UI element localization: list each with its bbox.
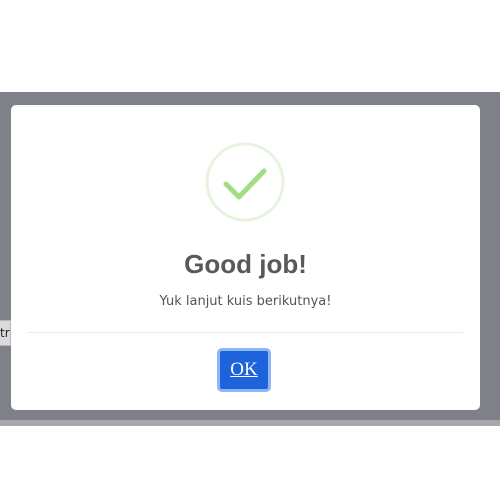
ok-button-label: OK (230, 359, 258, 380)
success-check-icon (205, 142, 285, 222)
dialog-divider (28, 332, 463, 333)
ok-button[interactable]: OK (217, 348, 271, 392)
dialog-message: Yuk lanjut kuis berikutnya! (159, 294, 332, 309)
backdrop-edge (0, 420, 500, 426)
underlying-input-field: tr (0, 320, 11, 346)
page: tr Good job! Yuk lanjut kuis berikutnya!… (0, 0, 500, 500)
underlying-field-text: tr (0, 326, 10, 340)
success-dialog: Good job! Yuk lanjut kuis berikutnya! OK (11, 105, 480, 410)
dialog-title: Good job! (184, 249, 307, 279)
